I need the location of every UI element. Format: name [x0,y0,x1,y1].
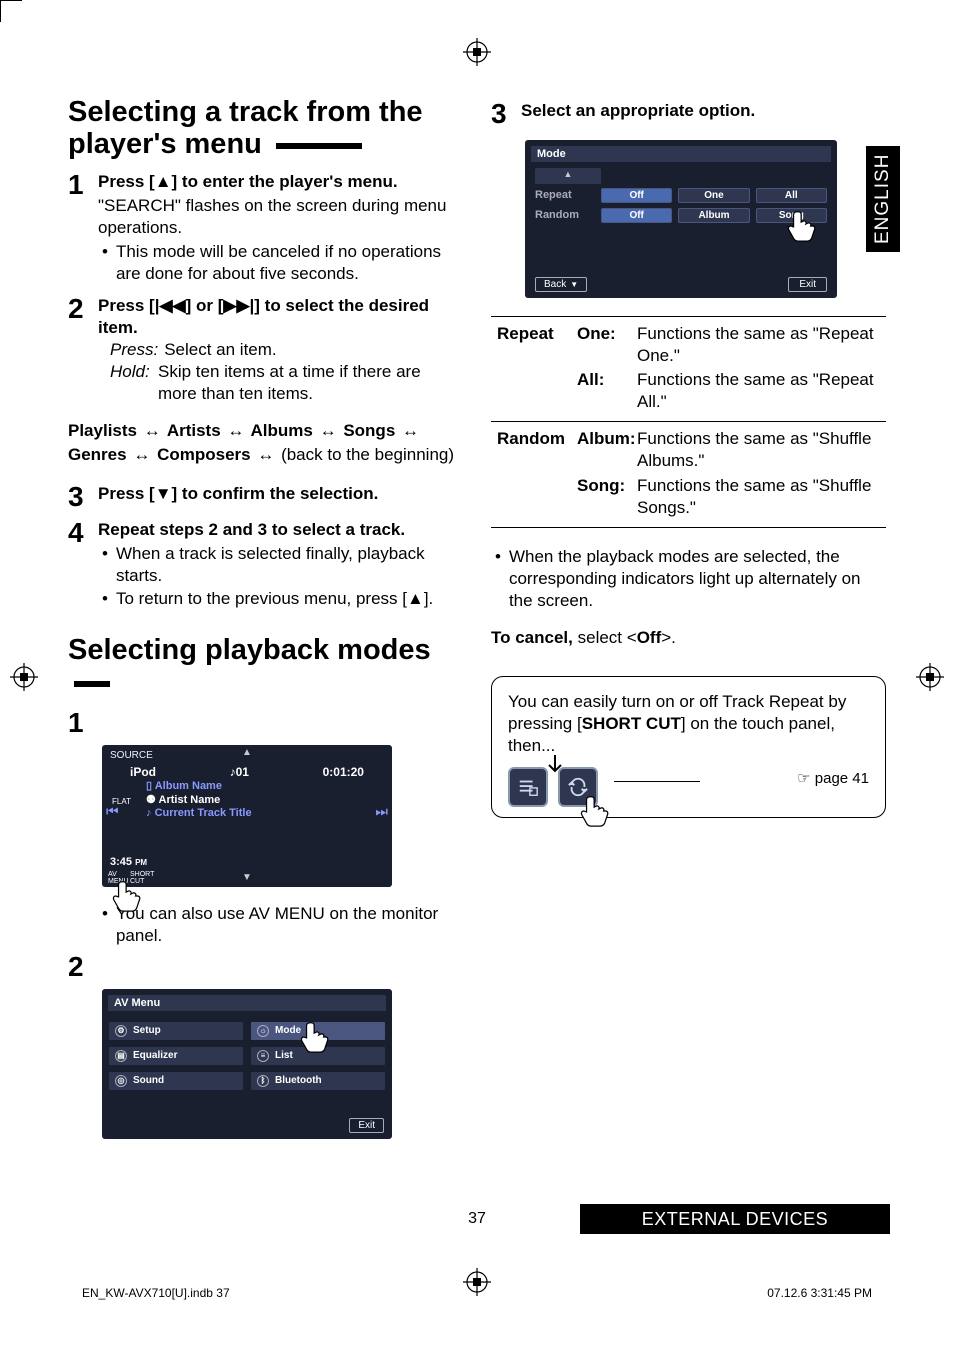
step-number: 1 [68,709,88,737]
mode-back-button[interactable]: Back▼ [535,277,587,292]
step-1-bullet: This mode will be canceled if no operati… [116,241,463,285]
step-1-desc: "SEARCH" flashes on the screen during me… [98,195,463,239]
leader-line [614,781,700,782]
ipod-track: ♪01 [230,765,249,779]
track-title-line: ♪ Current Track Title [130,807,364,820]
hold-label: Hold: [110,361,152,405]
cancel-line: To cancel, select <Off>. [491,628,886,648]
avm-bluetooth-button[interactable]: ᛒBluetooth [250,1071,386,1091]
mode-title: Mode [531,146,831,162]
up-arrow-icon[interactable]: ▲ [564,169,573,179]
repeat-all-button[interactable]: All [756,188,827,203]
step-3-heading: Press [▼] to confirm the selection. [98,483,463,505]
doc-footer-right: 07.12.6 3:31:45 PM [767,1286,872,1300]
sound-icon: ◎ [115,1075,127,1087]
repeat-off-button[interactable]: Off [601,188,672,203]
table-repeat-values: One:Functions the same as "Repeat One." … [571,317,886,422]
source-label: SOURCE [110,750,153,762]
av-menu-screen: AV Menu ⚙Setup ▤Equalizer ◎Sound ☼Mode ≡… [102,989,392,1139]
step-number: 2 [68,953,88,981]
table-random-key: Random [491,422,571,527]
hold-text: Skip ten items at a time if there are mo… [158,361,463,405]
random-album-button[interactable]: Album [678,208,749,223]
footer-section-bar: EXTERNAL DEVICES [580,1204,890,1234]
tip-page-ref: ☞ page 41 [797,769,869,789]
clock: 3:45 PM [110,856,147,869]
options-table: Repeat One:Functions the same as "Repeat… [491,316,886,528]
registration-mark-icon [8,661,40,693]
press-label: Press: [110,339,158,361]
playback-note: When the playback modes are selected, th… [509,546,886,612]
step-number: 1 [68,171,88,287]
step-number: 3 [491,100,511,128]
doc-footer-left: EN_KW-AVX710[U].indb 37 [82,1286,230,1300]
list-icon: ≡ [257,1050,269,1062]
title-rule-icon [276,143,362,149]
mode-screen: Mode ▲ Repeat Off One All Random Off Alb… [525,140,837,298]
registration-mark-icon [461,36,493,68]
avmenu-title: AV Menu [108,995,386,1011]
avm-sound-button[interactable]: ◎Sound [108,1071,244,1091]
avm-exit-button[interactable]: Exit [349,1118,384,1133]
section-title-text: Selecting playback modes [68,634,431,666]
step-2-heading: Press [|◀◀] or [▶▶|] to select the desir… [98,295,463,339]
avm-setup-button[interactable]: ⚙Setup [108,1021,244,1041]
step-1-heading: Press [▲] to enter the player's menu. [98,171,463,193]
hand-pointer-icon [298,1017,336,1058]
menu-chain: Playlists Artists Albums Songs Genres Co… [68,419,463,467]
section-title-text: Selecting a track from the player's menu [68,96,423,160]
page-number: 37 [468,1210,486,1228]
step-4-bullet-2: To return to the previous menu, press [▲… [116,588,433,610]
mode-repeat-label: Repeat [535,189,595,201]
hand-pointer-icon [578,791,616,835]
title-rule-icon [74,681,110,687]
section-title-playback-modes: Selecting playback modes [68,634,463,699]
tip-box: You can easily turn on or off Track Repe… [491,676,886,818]
bluetooth-icon: ᛒ [257,1075,269,1087]
ipod-time: 0:01:20 [323,765,364,779]
table-repeat-key: Repeat [491,317,571,422]
mode-exit-button[interactable]: Exit [788,277,827,292]
step-number: 4 [68,519,88,612]
ipod-source: iPod [130,765,156,779]
random-off-button[interactable]: Off [601,208,672,223]
down-arrow-icon: ▼ [570,280,578,289]
press-text: Select an item. [164,339,276,361]
equalizer-icon: ▤ [115,1050,127,1062]
crop-mark [0,0,22,22]
registration-mark-icon [914,661,946,693]
avm-equalizer-button[interactable]: ▤Equalizer [108,1046,244,1066]
list-icon[interactable] [508,767,548,807]
tip-text: You can easily turn on or off Track Repe… [508,691,869,757]
ipod-screen: ▲ SOURCE iPod ♪01 0:01:20 ▯ Album Name ⚉… [102,745,392,887]
step-number: 2 [68,295,88,405]
album-name-line: ▯ Album Name [130,780,364,793]
hand-pointer-icon [110,876,148,917]
up-arrow-icon[interactable]: ▲ [242,747,252,759]
mode-icon: ☼ [257,1025,269,1037]
gear-icon: ⚙ [115,1025,127,1037]
section-title-select-track: Selecting a track from the player's menu [68,96,463,161]
hand-pointer-icon [785,206,823,247]
artist-name-line: ⚉ Artist Name [130,794,364,807]
table-random-values: Album:Functions the same as "Shuffle Alb… [571,422,886,527]
next-icon[interactable]: ⏭ [375,803,388,820]
step-4-bullet-1: When a track is selected finally, playba… [116,543,463,587]
prev-icon[interactable]: ⏮ [106,803,119,820]
step-number: 3 [68,483,88,511]
mode-random-label: Random [535,209,595,221]
down-arrow-icon[interactable]: ▼ [242,872,252,884]
ipod-note: You can also use AV MENU on the monitor … [116,903,463,947]
step-3r-heading: Select an appropriate option. [521,100,886,122]
repeat-one-button[interactable]: One [678,188,749,203]
step-4-heading: Repeat steps 2 and 3 to select a track. [98,519,463,541]
